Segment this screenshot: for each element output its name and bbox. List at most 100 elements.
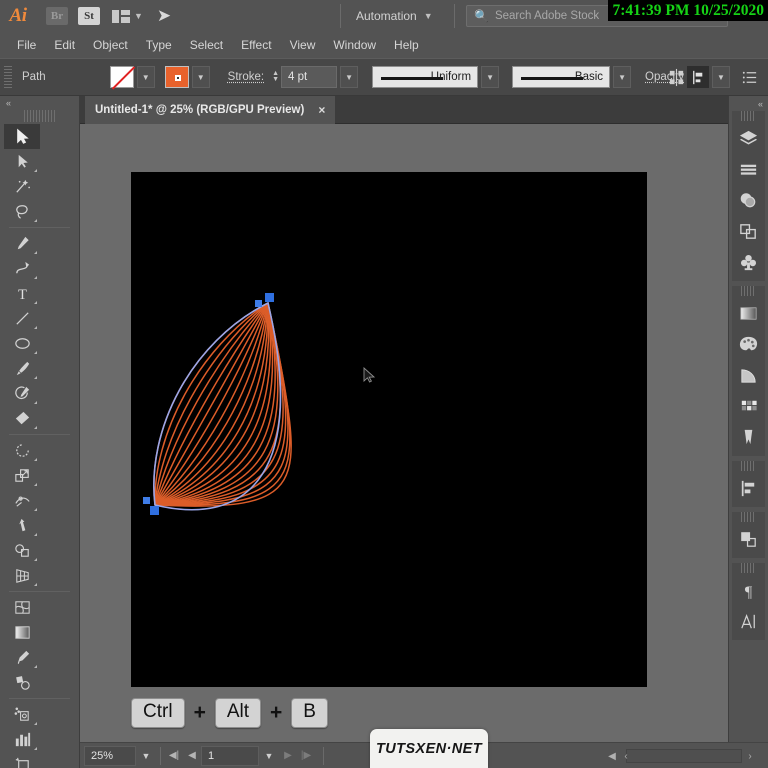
menu-item-object[interactable]: Object [84, 36, 137, 54]
shaper-tool[interactable] [4, 381, 40, 406]
menu-item-edit[interactable]: Edit [45, 36, 84, 54]
free-transform-tool[interactable] [4, 513, 40, 538]
eyedropper-tool[interactable] [4, 645, 40, 670]
transparency-panel-icon[interactable] [732, 185, 765, 216]
bridge-icon[interactable]: Br [46, 7, 68, 25]
document-tab[interactable]: Untitled-1* @ 25% (RGB/GPU Preview) × [85, 96, 336, 124]
illustrator-logo-icon: Ai [9, 5, 27, 26]
tools-divider [9, 591, 70, 592]
stock-icon[interactable]: St [78, 7, 100, 25]
direct-selection-tool[interactable] [4, 149, 40, 174]
stroke-weight-chevron-icon[interactable]: ▼ [340, 66, 359, 88]
align-panel-icon[interactable] [732, 473, 765, 504]
menu-item-select[interactable]: Select [181, 36, 232, 54]
prev-page-icon[interactable]: ◀ [183, 746, 201, 766]
options-list-icon[interactable] [738, 66, 760, 88]
brush-definition-chevron-icon[interactable]: ▼ [613, 66, 632, 88]
align-icon[interactable] [665, 66, 687, 88]
pathfinder-panel-icon[interactable] [732, 216, 765, 247]
perspective-grid-tool[interactable] [4, 563, 40, 588]
fill-color-swatch[interactable] [109, 66, 134, 88]
horizontal-scrollbar[interactable]: ◀ ‹ › [608, 749, 752, 763]
menu-item-view[interactable]: View [281, 36, 325, 54]
last-page-icon[interactable]: |▶ [297, 746, 315, 766]
stroke-weight-stepper[interactable]: ▲ ▼ [272, 70, 279, 83]
lasso-tool[interactable] [4, 199, 40, 224]
gradient-panel-icon[interactable] [732, 298, 765, 329]
character-panel-icon[interactable] [732, 606, 765, 637]
zoom-level-chevron-icon[interactable]: ▼ [136, 746, 156, 766]
stroke-profile-chevron-icon[interactable]: ▼ [481, 66, 500, 88]
stroke-weight-label[interactable]: Stroke: [228, 71, 264, 83]
stroke-dropdown-chevron-icon[interactable]: ▼ [191, 66, 210, 88]
canvas-area[interactable] [80, 124, 728, 742]
symbol-sprayer-tool[interactable] [4, 702, 40, 727]
line-segment-tool[interactable] [4, 306, 40, 331]
dock-group-grip[interactable] [741, 512, 756, 522]
next-page-icon[interactable]: ▶ [279, 746, 297, 766]
artboard-number-input[interactable]: 1 [201, 745, 259, 766]
type-tool[interactable]: T [4, 281, 40, 306]
scroll-right-icon[interactable]: › [743, 750, 757, 764]
swatches-panel-icon[interactable] [732, 391, 765, 422]
transform-panel-icon[interactable] [732, 524, 765, 555]
magic-wand-tool[interactable] [4, 174, 40, 199]
first-page-icon[interactable]: ◀| [165, 746, 183, 766]
selection-tool[interactable] [4, 124, 40, 149]
artboard[interactable] [131, 172, 647, 687]
libraries-panel-icon[interactable] [732, 154, 765, 185]
automation-menu[interactable]: Automation ▼ [356, 6, 433, 26]
menu-item-file[interactable]: File [8, 36, 45, 54]
layers-panel-icon[interactable] [732, 123, 765, 154]
appbar-divider-1 [340, 4, 341, 28]
color-panel-icon[interactable] [732, 329, 765, 360]
paragraph-panel-icon[interactable]: ¶ [732, 575, 765, 606]
ellipse-tool[interactable] [4, 331, 40, 356]
pen-tool[interactable] [4, 231, 40, 256]
stroke-weight-input[interactable]: 4 pt [281, 66, 338, 88]
shape-builder-tool[interactable] [4, 538, 40, 563]
menu-item-window[interactable]: Window [324, 36, 385, 54]
scroll-left-arrow-icon[interactable]: ‹ [619, 750, 633, 764]
mesh-tool[interactable] [4, 595, 40, 620]
artboard-tool[interactable] [4, 752, 40, 768]
menu-item-effect[interactable]: Effect [232, 36, 280, 54]
width-tool[interactable] [4, 488, 40, 513]
menu-bar: File Edit Object Type Select Effect View… [0, 32, 768, 58]
discover-rocket-icon[interactable]: ➤ [157, 6, 171, 26]
dock-collapse-button[interactable]: « [729, 96, 768, 111]
workspace-switcher[interactable]: ▼ [112, 9, 143, 23]
brush-definition-select[interactable]: Basic [512, 66, 611, 88]
column-graph-tool[interactable] [4, 727, 40, 752]
curvature-tool[interactable] [4, 256, 40, 281]
artboard-nav-chevron-icon[interactable]: ▼ [259, 746, 279, 766]
dock-group-grip[interactable] [741, 563, 756, 573]
menu-item-type[interactable]: Type [137, 36, 181, 54]
gradient-tool[interactable] [4, 620, 40, 645]
control-bar-grip[interactable] [4, 66, 12, 88]
blend-artwork[interactable] [131, 172, 647, 687]
tools-collapse-button[interactable]: « [0, 96, 79, 110]
eraser-tool[interactable] [4, 406, 40, 431]
menu-item-help[interactable]: Help [385, 36, 428, 54]
paintbrush-tool[interactable] [4, 356, 40, 381]
anchor-point [150, 506, 159, 515]
color-guide-panel-icon[interactable] [732, 360, 765, 391]
brushes-panel-icon[interactable] [732, 422, 765, 453]
dock-group-grip[interactable] [741, 111, 756, 121]
scroll-left-icon[interactable]: ◀ [605, 750, 619, 764]
dock-group-grip[interactable] [741, 461, 756, 471]
transform-chevron-icon[interactable]: ▼ [712, 66, 730, 88]
stroke-profile-select[interactable]: Uniform [372, 66, 479, 88]
transform-icon[interactable] [687, 66, 709, 88]
symbols-panel-icon[interactable] [732, 247, 765, 278]
close-icon[interactable]: × [318, 103, 325, 117]
zoom-level-input[interactable]: 25% [84, 745, 136, 766]
tools-panel-grip[interactable] [24, 110, 55, 122]
scale-tool[interactable] [4, 463, 40, 488]
fill-dropdown-chevron-icon[interactable]: ▼ [136, 66, 155, 88]
stroke-color-swatch[interactable] [164, 66, 189, 88]
dock-group-grip[interactable] [741, 286, 756, 296]
blend-tool[interactable] [4, 670, 40, 695]
rotate-tool[interactable] [4, 438, 40, 463]
